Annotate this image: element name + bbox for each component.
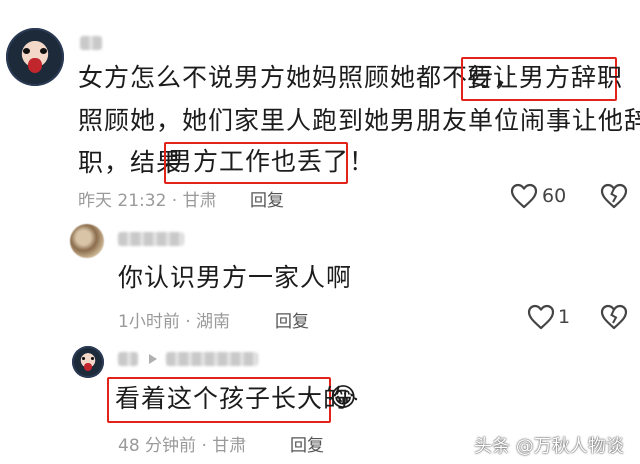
comment2-username[interactable]: [118, 232, 184, 246]
comment1-username[interactable]: [80, 36, 102, 50]
play-triangle-icon: [148, 353, 158, 365]
comment1-line1-prefix: 女方怎么不说男方她妈照顾她都不行，: [78, 63, 521, 92]
comment1-reply-button[interactable]: 回复: [250, 186, 284, 211]
avatar-mouth: [84, 362, 92, 371]
comment3-reply-target-username[interactable]: [166, 352, 258, 366]
avatar-mouth: [28, 58, 42, 74]
comment2-text: 你认识男方一家人啊: [118, 263, 353, 292]
comment1-timestamp-location: 昨天 21:32 · 甘肃: [78, 191, 217, 211]
comment2-avatar[interactable]: [70, 224, 104, 258]
comment3-avatar[interactable]: [72, 346, 104, 378]
avatar-eye: [39, 47, 47, 54]
comment3-laugh-emoji: 😂: [328, 383, 359, 413]
watermark: 头条 @万秋人物谈: [474, 436, 624, 457]
avatar-eye: [81, 356, 86, 361]
comment1-avatar[interactable]: [6, 28, 64, 86]
comment2-like-count: 1: [558, 306, 571, 328]
comment2-reply-button[interactable]: 回复: [275, 307, 309, 332]
avatar-eye: [23, 47, 31, 54]
broken-heart-icon[interactable]: [600, 183, 628, 209]
comment3-text: 看着这个孩子长大的: [115, 384, 350, 413]
comment3-username[interactable]: [118, 352, 138, 366]
comment1-line1-boxed: 要让男方辞职: [467, 63, 624, 92]
comment1-like-count: 60: [542, 185, 567, 207]
comment3-reply-button[interactable]: 回复: [290, 431, 324, 456]
comment3-timestamp-location: 48 分钟前 · 甘肃: [118, 436, 247, 456]
avatar-eye: [90, 356, 95, 361]
broken-heart-icon[interactable]: [600, 304, 628, 330]
comment2-timestamp-location: 1小时前 · 湖南: [118, 312, 231, 332]
heart-outline-icon[interactable]: [527, 304, 555, 330]
comment1-line3-boxed: 男方工作也丢了！: [167, 147, 376, 176]
comment1-line2: 照顾她，她们家里人跑到她男朋友单位闹事让他辞: [78, 106, 640, 135]
heart-outline-icon[interactable]: [510, 183, 538, 209]
